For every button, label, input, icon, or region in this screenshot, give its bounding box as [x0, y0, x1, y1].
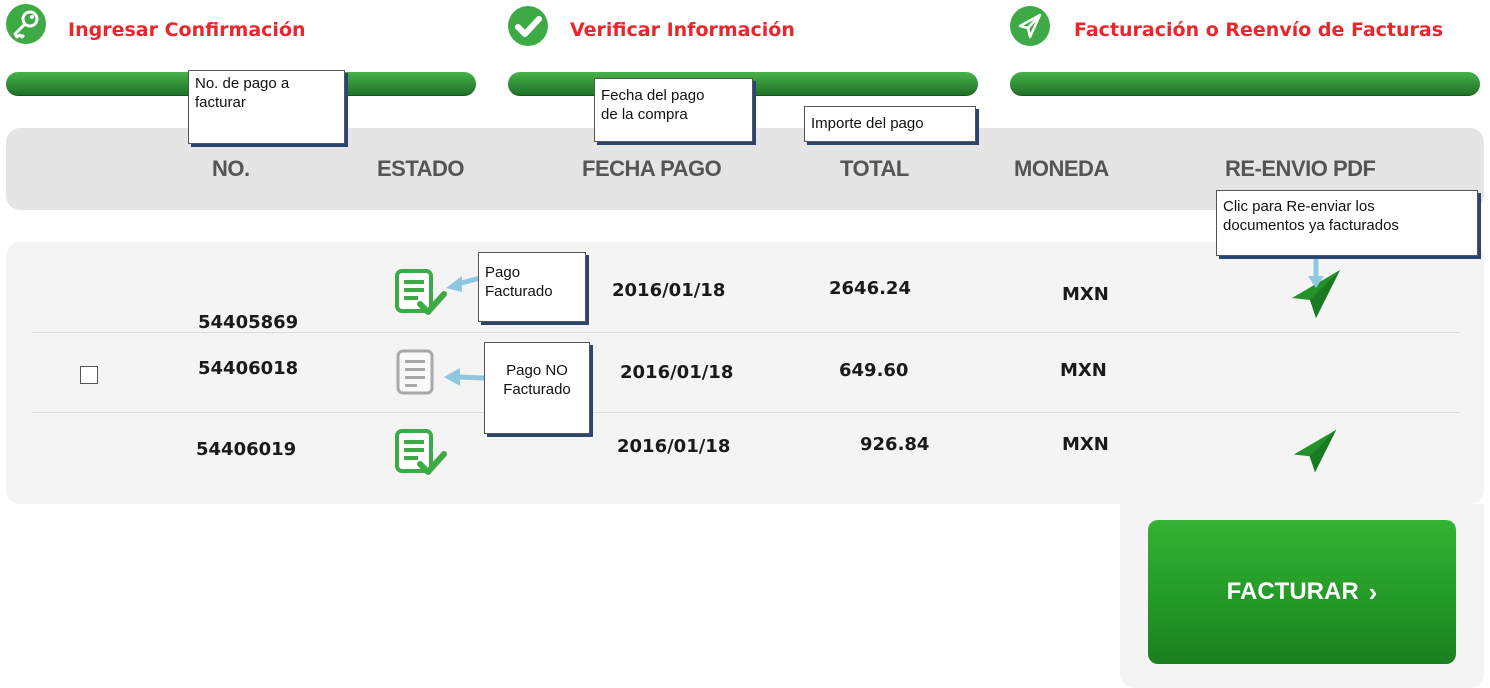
invoiced-document-icon[interactable] — [394, 268, 450, 325]
callout-pago-facturado: Pago Facturado — [478, 252, 586, 322]
payment-currency: MXN — [1062, 434, 1109, 455]
column-header-fecha: FECHA PAGO — [582, 156, 722, 181]
resend-pdf-icon[interactable] — [1290, 268, 1342, 325]
payment-currency: MXN — [1062, 284, 1109, 305]
key-icon — [6, 4, 46, 44]
invoiced-document-icon[interactable] — [394, 428, 450, 485]
payment-number: 54405869 — [198, 312, 299, 333]
resend-pdf-icon[interactable] — [1292, 428, 1338, 479]
payment-number: 54406019 — [196, 439, 297, 460]
callout-fecha-pago: Fecha del pago de la compra — [594, 78, 753, 142]
payment-date: 2016/01/18 — [617, 436, 731, 457]
step-label-facturacion: Facturación o Reenvío de Facturas — [1074, 19, 1444, 41]
step-label-verificar: Verificar Información — [570, 19, 795, 41]
progress-bar-step-3 — [1010, 72, 1480, 96]
callout-reenviar: Clic para Re-enviar los documentos ya fa… — [1216, 190, 1478, 256]
callout-importe: Importe del pago — [804, 106, 976, 142]
column-header-no: NO. — [212, 156, 250, 181]
payment-total: 926.84 — [860, 434, 930, 455]
chevron-right-icon: › — [1368, 576, 1378, 607]
payment-date: 2016/01/18 — [612, 280, 726, 301]
callout-pago-no-facturado: Pago NO Facturado — [484, 342, 590, 434]
payment-total: 649.60 — [839, 360, 909, 381]
row-divider — [32, 412, 1460, 413]
column-header-total: TOTAL — [840, 156, 909, 181]
column-header-estado: ESTADO — [377, 156, 465, 181]
column-header-reenvio: RE-ENVIO PDF — [1225, 156, 1376, 181]
step-label-ingresar: Ingresar Confirmación — [68, 19, 306, 41]
callout-no-pago: No. de pago a facturar — [188, 70, 345, 144]
facturar-button[interactable]: FACTURAR › — [1148, 520, 1456, 664]
select-payment-checkbox[interactable] — [80, 366, 98, 384]
payment-currency: MXN — [1060, 360, 1107, 381]
column-header-moneda: MONEDA — [1014, 156, 1109, 181]
payment-number: 54406018 — [198, 358, 299, 379]
not-invoiced-document-icon[interactable] — [395, 348, 435, 401]
checkmark-icon — [508, 6, 548, 46]
payment-total: 2646.24 — [829, 278, 911, 299]
facturar-button-label: FACTURAR — [1226, 578, 1359, 605]
payment-date: 2016/01/18 — [620, 362, 734, 383]
paper-plane-icon — [1010, 6, 1050, 46]
